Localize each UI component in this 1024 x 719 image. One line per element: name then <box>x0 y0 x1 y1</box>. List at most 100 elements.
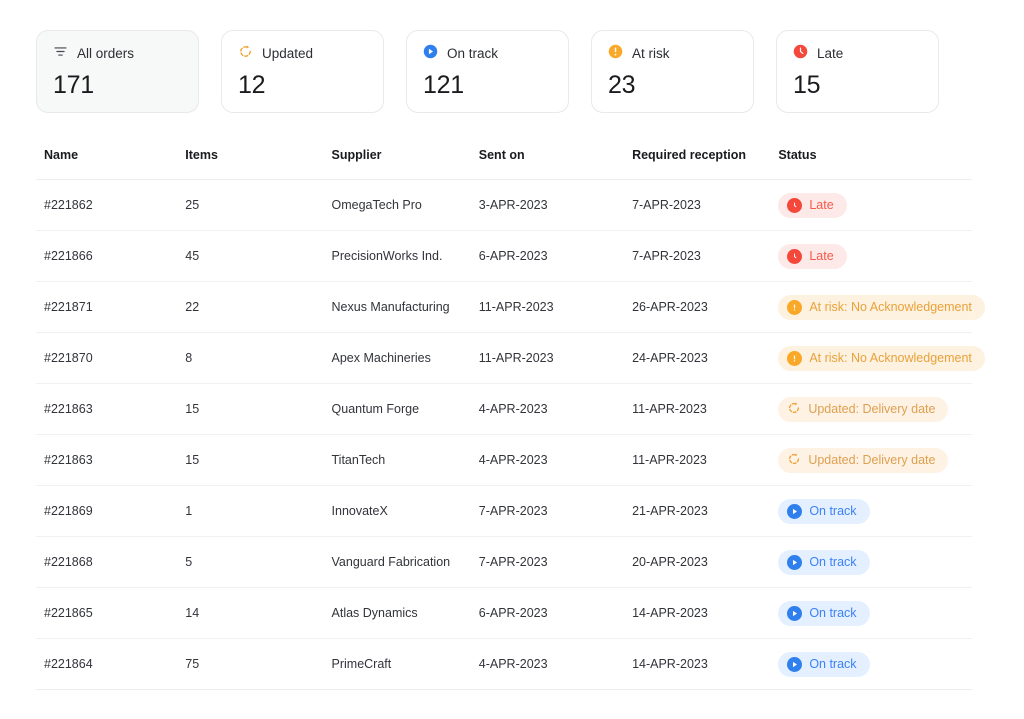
status-badge-ontrack[interactable]: On track <box>778 550 869 575</box>
clock-circle-icon <box>787 249 802 264</box>
refresh-icon <box>787 401 801 418</box>
column-header-items[interactable]: Items <box>185 148 331 180</box>
summary-card-all-orders[interactable]: All orders171 <box>36 30 199 113</box>
column-header-sent-on[interactable]: Sent on <box>479 148 632 180</box>
cell-required-reception: 11-APR-2023 <box>632 384 778 435</box>
play-circle-icon <box>423 44 438 64</box>
cell-required-reception: 20-APR-2023 <box>632 537 778 588</box>
play-circle-icon <box>787 657 802 672</box>
cell-supplier: Nexus Manufacturing <box>332 282 479 333</box>
refresh-icon <box>787 452 801 469</box>
cell-sent-on: 4-APR-2023 <box>479 639 632 690</box>
status-badge-label: Late <box>809 198 833 212</box>
cell-items: 25 <box>185 180 331 231</box>
table-row[interactable]: #22186225OmegaTech Pro3-APR-20237-APR-20… <box>36 180 972 231</box>
summary-card-label: Updated <box>262 46 313 62</box>
cell-sent-on: 6-APR-2023 <box>479 231 632 282</box>
status-badge-ontrack[interactable]: On track <box>778 652 869 677</box>
cell-items: 15 <box>185 435 331 486</box>
cell-sent-on: 4-APR-2023 <box>479 435 632 486</box>
cell-name: #221870 <box>36 333 185 384</box>
summary-card-value: 121 <box>423 70 552 100</box>
table-row[interactable]: #22186315Quantum Forge4-APR-202311-APR-2… <box>36 384 972 435</box>
cell-status: On track <box>778 537 972 588</box>
summary-card-header: All orders <box>53 46 182 62</box>
summary-card-on-track[interactable]: On track 121 <box>406 30 569 113</box>
column-header-supplier[interactable]: Supplier <box>332 148 479 180</box>
summary-card-updated[interactable]: Updated 12 <box>221 30 384 113</box>
cell-name: #221866 <box>36 231 185 282</box>
cell-required-reception: 7-APR-2023 <box>632 231 778 282</box>
cell-required-reception: 14-APR-2023 <box>632 639 778 690</box>
status-badge-label: On track <box>809 555 856 569</box>
column-header-required-reception[interactable]: Required reception <box>632 148 778 180</box>
summary-card-at-risk[interactable]: At risk23 <box>591 30 754 113</box>
table-row[interactable]: #22186514Atlas Dynamics6-APR-202314-APR-… <box>36 588 972 639</box>
summary-card-row: All orders171 Updated 12 On track 121 At risk… <box>0 0 1024 113</box>
status-badge-label: Updated: Delivery date <box>808 453 935 467</box>
cell-items: 5 <box>185 537 331 588</box>
summary-card-header: Late <box>793 46 922 62</box>
cell-status: On track <box>778 639 972 690</box>
cell-items: 45 <box>185 231 331 282</box>
cell-sent-on: 7-APR-2023 <box>479 486 632 537</box>
summary-card-label: All orders <box>77 46 134 62</box>
cell-supplier: Quantum Forge <box>332 384 479 435</box>
summary-card-value: 12 <box>238 70 367 100</box>
cell-sent-on: 11-APR-2023 <box>479 333 632 384</box>
cell-required-reception: 26-APR-2023 <box>632 282 778 333</box>
play-circle-icon <box>787 504 802 519</box>
summary-card-header: At risk <box>608 46 737 62</box>
cell-required-reception: 11-APR-2023 <box>632 435 778 486</box>
table-row[interactable]: #2218685Vanguard Fabrication7-APR-202320… <box>36 537 972 588</box>
cell-items: 15 <box>185 384 331 435</box>
status-badge-label: Updated: Delivery date <box>808 402 935 416</box>
cell-items: 8 <box>185 333 331 384</box>
status-badge-label: Late <box>809 249 833 263</box>
column-header-status[interactable]: Status <box>778 148 972 180</box>
status-badge-risk[interactable]: At risk: No Acknowledgement <box>778 346 985 371</box>
cell-required-reception: 24-APR-2023 <box>632 333 778 384</box>
cell-sent-on: 4-APR-2023 <box>479 384 632 435</box>
summary-card-header: On track <box>423 46 552 62</box>
summary-card-late[interactable]: Late 15 <box>776 30 939 113</box>
cell-required-reception: 7-APR-2023 <box>632 180 778 231</box>
cell-items: 14 <box>185 588 331 639</box>
cell-status: On track <box>778 486 972 537</box>
cell-status: At risk: No Acknowledgement <box>778 333 972 384</box>
cell-name: #221871 <box>36 282 185 333</box>
summary-card-label: On track <box>447 46 498 62</box>
status-badge-risk[interactable]: At risk: No Acknowledgement <box>778 295 985 320</box>
cell-required-reception: 14-APR-2023 <box>632 588 778 639</box>
status-badge-late[interactable]: Late <box>778 244 846 269</box>
play-circle-icon <box>787 606 802 621</box>
clock-circle-icon <box>793 44 808 64</box>
table-row[interactable]: #2218691InnovateX7-APR-202321-APR-2023On… <box>36 486 972 537</box>
table-row[interactable]: #2218708Apex Machineries11-APR-202324-AP… <box>36 333 972 384</box>
alert-circle-icon <box>787 300 802 315</box>
status-badge-ontrack[interactable]: On track <box>778 601 869 626</box>
table-row[interactable]: #22187122Nexus Manufacturing11-APR-20232… <box>36 282 972 333</box>
cell-status: Updated: Delivery date <box>778 384 972 435</box>
cell-status: Updated: Delivery date <box>778 435 972 486</box>
summary-card-value: 15 <box>793 70 922 100</box>
alert-circle-icon <box>787 351 802 366</box>
cell-sent-on: 11-APR-2023 <box>479 282 632 333</box>
orders-table: Name Items Supplier Sent on Required rec… <box>36 148 972 690</box>
status-badge-updated[interactable]: Updated: Delivery date <box>778 448 948 473</box>
cell-name: #221862 <box>36 180 185 231</box>
table-row[interactable]: #22186475PrimeCraft4-APR-202314-APR-2023… <box>36 639 972 690</box>
cell-supplier: Atlas Dynamics <box>332 588 479 639</box>
table-body: #22186225OmegaTech Pro3-APR-20237-APR-20… <box>36 180 972 690</box>
cell-name: #221868 <box>36 537 185 588</box>
status-badge-label: On track <box>809 504 856 518</box>
column-header-name[interactable]: Name <box>36 148 185 180</box>
status-badge-late[interactable]: Late <box>778 193 846 218</box>
table-row[interactable]: #22186315TitanTech4-APR-202311-APR-2023U… <box>36 435 972 486</box>
status-badge-ontrack[interactable]: On track <box>778 499 869 524</box>
status-badge-label: At risk: No Acknowledgement <box>809 300 972 314</box>
cell-name: #221869 <box>36 486 185 537</box>
table-row[interactable]: #22186645PrecisionWorks Ind.6-APR-20237-… <box>36 231 972 282</box>
cell-sent-on: 7-APR-2023 <box>479 537 632 588</box>
status-badge-updated[interactable]: Updated: Delivery date <box>778 397 948 422</box>
